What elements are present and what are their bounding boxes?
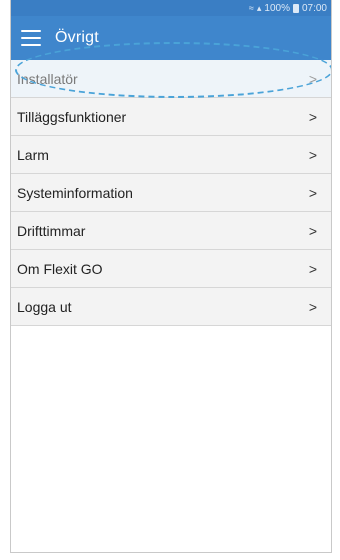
- signal-icon: ▴: [256, 2, 262, 13]
- hamburger-menu-icon[interactable]: [21, 30, 41, 46]
- list-item-logga-ut[interactable]: Logga ut >: [11, 288, 331, 326]
- list-item-label: Larm: [17, 146, 49, 163]
- list-item-installator[interactable]: Installatör >: [11, 42, 331, 98]
- list-item-label: Logga ut: [17, 298, 72, 315]
- phone-screen: ≈ ▴ 100% 07:00 Övrigt Installatör > Till…: [10, 0, 332, 553]
- empty-area: [11, 354, 331, 552]
- app-bar: Övrigt: [11, 16, 331, 60]
- list-item-label: Systeminformation: [17, 184, 133, 201]
- list-item-om-flexit-go[interactable]: Om Flexit GO >: [11, 250, 331, 288]
- battery-percent: 100%: [264, 2, 290, 14]
- list-item-label: Tilläggsfunktioner: [17, 108, 127, 125]
- chevron-right-icon: >: [308, 260, 317, 277]
- chevron-right-icon: >: [308, 70, 317, 87]
- chevron-right-icon: >: [308, 298, 317, 315]
- list-item-larm[interactable]: Larm >: [11, 136, 331, 174]
- list-item-label: Om Flexit GO: [17, 260, 103, 277]
- page-title: Övrigt: [55, 29, 99, 46]
- battery-icon: [292, 3, 299, 13]
- settings-list: Installatör > Tilläggsfunktioner > Larm …: [11, 42, 331, 326]
- list-item-drifttimmar[interactable]: Drifttimmar >: [11, 212, 331, 250]
- wifi-icon: ≈: [248, 3, 254, 13]
- list-item-tillaggsfunktioner[interactable]: Tilläggsfunktioner >: [11, 98, 331, 136]
- status-bar: ≈ ▴ 100% 07:00: [11, 0, 331, 16]
- chevron-right-icon: >: [308, 146, 317, 163]
- list-item-systeminformation[interactable]: Systeminformation >: [11, 174, 331, 212]
- list-item-label: Installatör: [17, 70, 78, 87]
- chevron-right-icon: >: [308, 108, 317, 125]
- chevron-right-icon: >: [308, 222, 317, 239]
- clock: 07:00: [301, 2, 327, 14]
- chevron-right-icon: >: [308, 184, 317, 201]
- list-item-label: Drifttimmar: [17, 222, 86, 239]
